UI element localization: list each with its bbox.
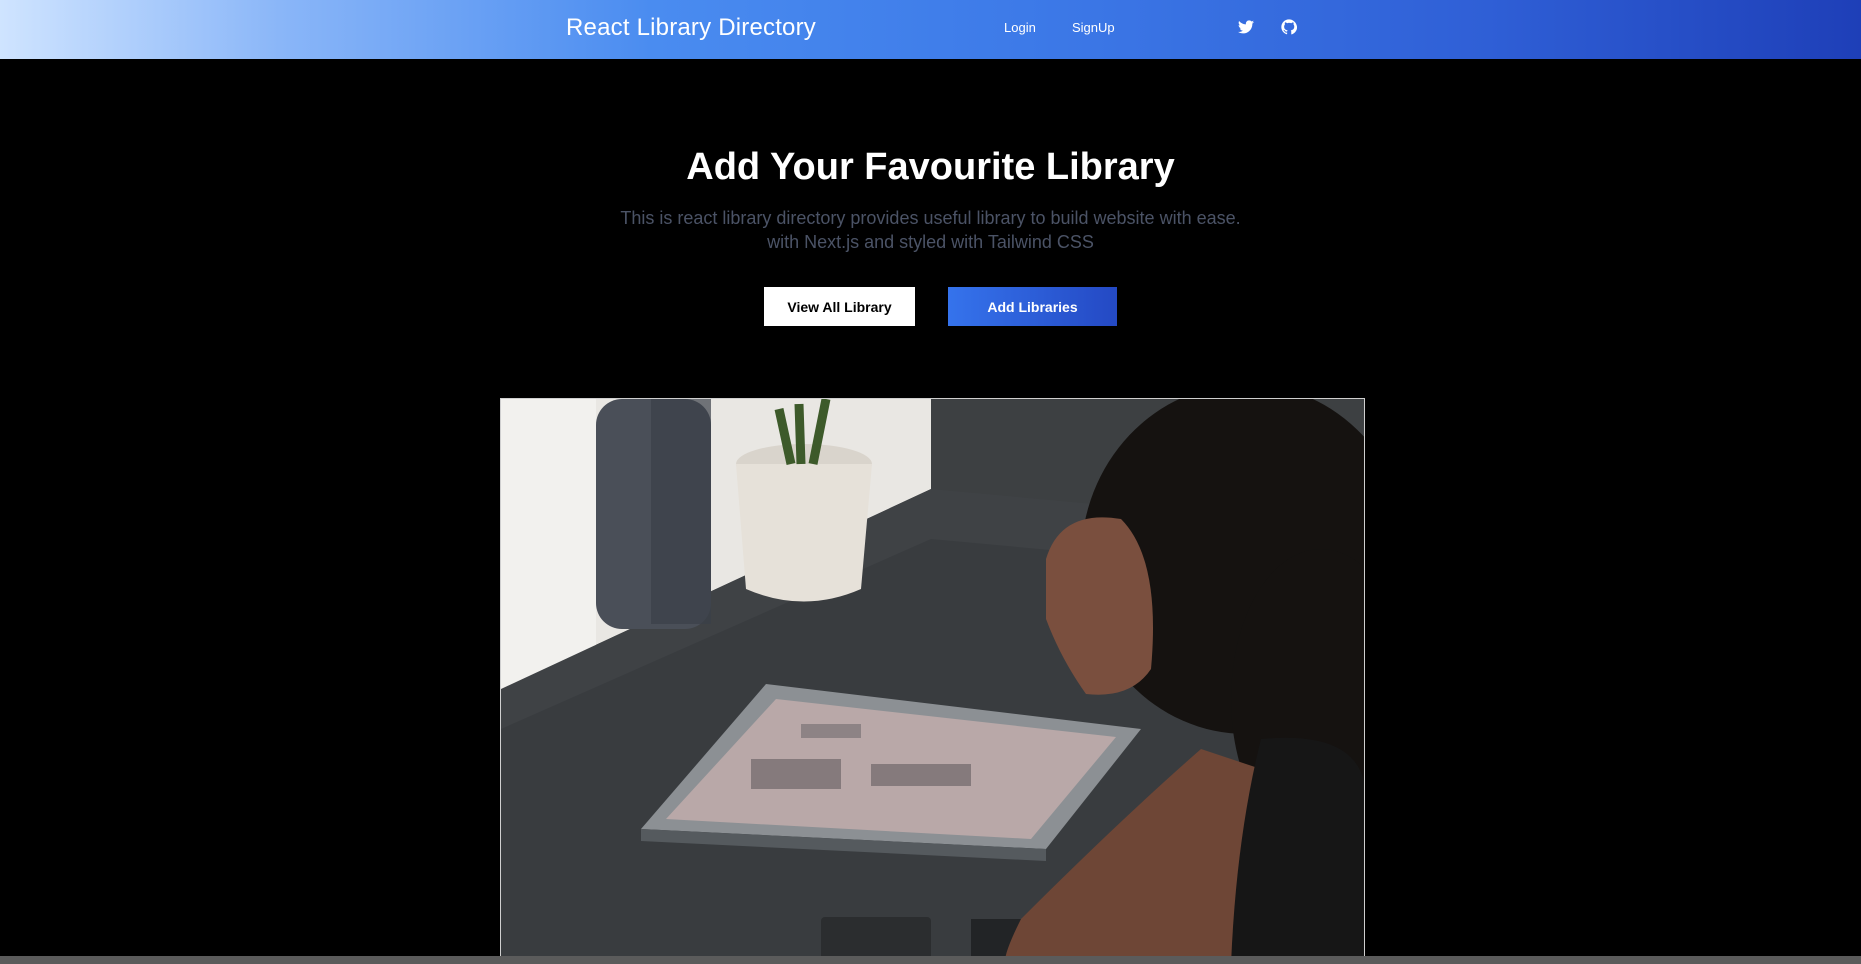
hero-subtitle-line2: with Next.js and styled with Tailwind CS…	[767, 232, 1094, 252]
hero-image	[500, 398, 1365, 964]
top-navbar: React Library Directory Login SignUp	[0, 0, 1861, 59]
brand-title[interactable]: React Library Directory	[566, 14, 816, 42]
horizontal-scrollbar[interactable]	[0, 956, 1861, 964]
login-link[interactable]: Login	[1004, 20, 1036, 35]
github-icon[interactable]	[1279, 17, 1299, 37]
hero-subtitle-line1: This is react library directory provides…	[620, 208, 1241, 228]
twitter-icon[interactable]	[1236, 17, 1256, 37]
view-all-library-button[interactable]: View All Library	[764, 287, 915, 326]
add-libraries-button[interactable]: Add Libraries	[948, 287, 1117, 326]
hero-subtitle: This is react library directory provides…	[0, 206, 1861, 254]
signup-link[interactable]: SignUp	[1072, 20, 1115, 35]
hero-title: Add Your Favourite Library	[686, 146, 1175, 188]
